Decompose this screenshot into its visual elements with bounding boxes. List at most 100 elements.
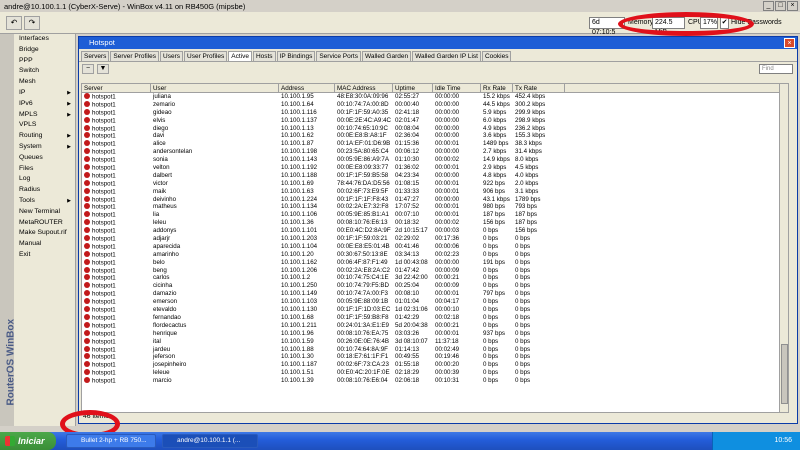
table-row[interactable]: hotspot1 carlos 10.100.1.2 00:10:74:75:C4:1… — [82, 274, 788, 282]
table-row[interactable]: hotspot1 sonia 10.100.1.143 00:05:9E:86:A9:… — [82, 156, 788, 164]
table-row[interactable]: hotspot1 deivinho 10.100.1.224 00:1F:1F:1F:… — [82, 195, 788, 204]
table-row[interactable]: hotspot1 elvis 10.100.1.137 00:0E:2E:4C:A9:… — [82, 116, 788, 125]
col-uptime[interactable]: Uptime — [393, 84, 433, 92]
minimize-button[interactable]: _ — [763, 1, 774, 11]
vertical-scrollbar[interactable] — [779, 84, 788, 412]
tab-active[interactable]: Active — [228, 51, 252, 61]
cell-idle-text: 00:00:00 — [435, 171, 460, 179]
tab-service-ports[interactable]: Service Ports — [316, 51, 361, 61]
sidebar-item-metarouter[interactable]: MetaROUTER — [14, 218, 75, 229]
table-row[interactable]: hotspot1 belo 10.100.1.162 00:06:4F:87:F1:4… — [82, 258, 788, 267]
table-row[interactable]: hotspot1 dalbert 10.100.1.188 00:1F:1F:59:B… — [82, 171, 788, 180]
table-row[interactable]: hotspot1 cicinha 10.100.1.250 00:10:74:79:F… — [82, 282, 788, 290]
table-row[interactable]: hotspot1 etevaldo 10.100.1.130 00:1F:1F:1D:… — [82, 306, 788, 314]
col-user[interactable]: User — [151, 84, 279, 92]
table-row[interactable]: hotspot1 amarinho 10.100.1.20 00:30:67:50:1… — [82, 250, 788, 259]
sidebar-item-vpls[interactable]: VPLS — [14, 120, 75, 131]
sidebar-item-interfaces[interactable]: Interfaces — [14, 34, 75, 45]
table-row[interactable]: hotspot1 emerson 10.100.1.103 00:05:9E:88:0… — [82, 298, 788, 306]
tab-servers[interactable]: Servers — [81, 51, 110, 61]
table-row[interactable]: hotspot1 davi 10.100.1.62 00:0E:E8:B:A8:1F 0… — [82, 132, 788, 140]
table-row[interactable]: hotspot1 flordecactus 10.100.1.211 00:24:01… — [82, 321, 788, 330]
table-row[interactable]: hotspot1 beng 10.100.1.206 00:02:2A:E8:2A:C… — [82, 266, 788, 275]
sidebar-item-switch[interactable]: Switch — [14, 66, 75, 77]
col-tx[interactable]: Tx Rate — [513, 84, 565, 92]
cell-idle-text: 00:00:39 — [435, 369, 460, 377]
find-input[interactable]: Find — [759, 64, 793, 74]
table-row[interactable]: hotspot1 leleu 10.100.1.36 00:08:10:76:E6:1… — [82, 219, 788, 227]
table-row[interactable]: hotspot1 maik 10.100.1.63 00:02:6F:73:E9:5F… — [82, 187, 788, 196]
table-row[interactable]: hotspot1 andersontelan 10.100.1.198 00:23:5… — [82, 148, 788, 156]
table-row[interactable]: hotspot1 diego 10.100.1.13 00:10:74:65:10:9… — [82, 124, 788, 133]
table-row[interactable]: hotspot1 addonys 10.100.1.101 00:E0:4C:D2:8… — [82, 227, 788, 235]
sidebar-item-manual[interactable]: Manual — [14, 239, 75, 250]
sidebar-item-system[interactable]: System ▶ — [14, 142, 75, 153]
table-row[interactable]: hotspot1 fernandao 10.100.1.68 00:1F:1F:59:… — [82, 313, 788, 322]
remove-button[interactable]: − — [82, 64, 94, 74]
chevron-right-icon: ▶ — [67, 133, 71, 140]
col-address[interactable]: Address — [279, 84, 335, 92]
sidebar-item-bridge[interactable]: Bridge — [14, 45, 75, 56]
cell-tx: 4.5 kbps — [513, 164, 565, 172]
sidebar-item-exit[interactable]: Exit — [14, 250, 75, 261]
start-button[interactable]: Iniciar — [0, 432, 56, 450]
table-row[interactable]: hotspot1 marcio 10.100.1.39 00:08:10:76:E6:… — [82, 377, 788, 385]
table-row[interactable]: hotspot1 victor 10.100.1.69 78:44:76:DA:D5:… — [82, 179, 788, 188]
scroll-thumb[interactable] — [781, 344, 788, 404]
sidebar-item-ipv6[interactable]: IPv6 ▶ — [14, 99, 75, 110]
table-row[interactable]: hotspot1 ital 10.100.1.59 00:26:0E:0E:76:4B… — [82, 337, 788, 346]
tab-user-profiles[interactable]: User Profiles — [184, 51, 228, 61]
table-row[interactable]: hotspot1 leleue 10.100.1.51 00:E0:4C:20:1F:… — [82, 369, 788, 377]
taskbar-item[interactable]: Bullet 2-hp + RB 750... — [66, 434, 156, 448]
tab-hosts[interactable]: Hosts — [252, 51, 276, 61]
sidebar-item-files[interactable]: Files — [14, 164, 75, 175]
tab-users[interactable]: Users — [160, 51, 184, 61]
tab-walled-garden[interactable]: Walled Garden — [361, 51, 412, 61]
cell-idle: 00:00:01 — [433, 330, 481, 338]
sidebar-item-ppp[interactable]: PPP — [14, 56, 75, 67]
undo-button[interactable]: ↶ — [6, 16, 22, 30]
table-row[interactable]: hotspot1 jardeu 10.100.1.88 00:10:74:64:8A:… — [82, 345, 788, 354]
close-button[interactable]: × — [787, 1, 798, 11]
hotspot-close-button[interactable]: × — [784, 38, 795, 48]
tab-ip-bindings[interactable]: IP Bindings — [276, 51, 316, 61]
sidebar-item-log[interactable]: Log — [14, 174, 75, 185]
cell-address-text: 10.100.1.87 — [281, 140, 314, 148]
col-idle[interactable]: Idle Time — [433, 84, 481, 92]
filter-icon[interactable]: ▼ — [97, 64, 109, 74]
table-row[interactable]: hotspot1 velton 10.100.1.192 00:0E:E8:09:33… — [82, 164, 788, 172]
col-server[interactable]: Server — [82, 84, 151, 92]
sidebar-item-radius[interactable]: Radius — [14, 185, 75, 196]
table-row[interactable]: hotspot1 henrique 10.100.1.96 00:08:10:76:E… — [82, 329, 788, 338]
sidebar-item-mpls[interactable]: MPLS ▶ — [14, 110, 75, 121]
table-row[interactable]: hotspot1 damazio 10.100.1.149 00:10:74:7A:0… — [82, 290, 788, 298]
tab-server-profiles[interactable]: Server Profiles — [110, 51, 160, 61]
cell-server-text: hotspot1 — [92, 259, 116, 267]
sidebar-item-routing[interactable]: Routing ▶ — [14, 131, 75, 142]
sidebar-item-mesh[interactable]: Mesh — [14, 77, 75, 88]
table-row[interactable]: hotspot1 matheus 10.100.1.134 00:02:2A:E7:3… — [82, 203, 788, 211]
table-row[interactable]: hotspot1 alice 10.100.1.87 00:1A:EF:01:D6:9… — [82, 140, 788, 148]
redo-button[interactable]: ↷ — [24, 16, 40, 30]
table-row[interactable]: hotspot1 adjarjr 10.100.1.203 00:1F:1F:59:0… — [82, 235, 788, 243]
table-row[interactable]: hotspot1 jeferson 10.100.1.30 00:18:E7:61:1… — [82, 353, 788, 361]
sidebar-item-ip[interactable]: IP ▶ — [14, 88, 75, 99]
table-row[interactable]: hotspot1 aparecida 10.100.1.104 00:0E:E8:E5… — [82, 242, 788, 251]
sidebar-item-make-supout-rif[interactable]: Make Supout.rif — [14, 228, 75, 239]
tab-walled-garden-ip-list[interactable]: Walled Garden IP List — [412, 51, 481, 61]
sidebar-item-tools[interactable]: Tools ▶ — [14, 196, 75, 207]
sidebar-item-queues[interactable]: Queues — [14, 153, 75, 164]
maximize-button[interactable]: □ — [775, 1, 786, 11]
tab-cookies[interactable]: Cookies — [481, 51, 512, 61]
sidebar-item-new-terminal[interactable]: New Terminal — [14, 207, 75, 218]
table-row[interactable]: hotspot1 juliana 10.100.1.95 48:E8:30:0A:09… — [82, 93, 788, 101]
col-mac[interactable]: MAC Address — [335, 84, 393, 92]
taskbar-item[interactable]: andre@10.100.1.1 (... — [162, 434, 258, 448]
cell-server: hotspot1 — [82, 219, 151, 227]
cell-idle: 00:10:31 — [433, 377, 481, 385]
table-row[interactable]: hotspot1 gideao 10.100.1.116 00:1F:1F:59:A0… — [82, 108, 788, 117]
table-row[interactable]: hotspot1 lia 10.100.1.106 00:05:9E:85:B1:A1… — [82, 211, 788, 219]
col-rx[interactable]: Rx Rate — [481, 84, 513, 92]
table-row[interactable]: hotspot1 josepinheiro 10.100.1.187 00:02:6F… — [82, 361, 788, 369]
table-row[interactable]: hotspot1 zemario 10.100.1.64 00:10:74:7A:00… — [82, 100, 788, 109]
